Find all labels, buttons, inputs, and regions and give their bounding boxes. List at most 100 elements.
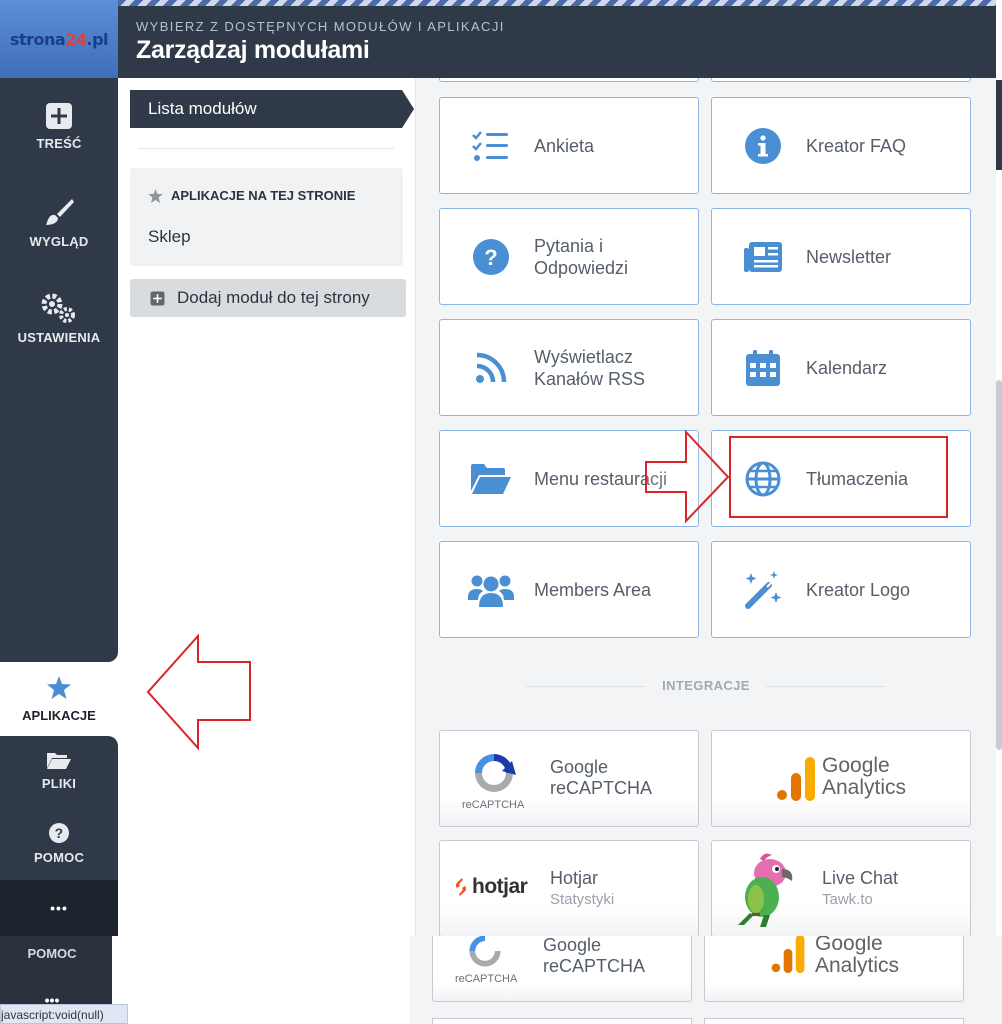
module-label: Newsletter [806,246,892,267]
app-window: strona24.pl TREŚĆ WYGLĄD USTAWIENIA APLI… [0,0,1002,1024]
sidebar-item-aplikacje[interactable]: APLIKACJE [0,662,118,736]
folder-open-icon [471,463,511,494]
folder-open-icon [47,753,71,769]
module-card-kalendarz[interactable]: Kalendarz [711,319,971,416]
users-icon [468,575,514,607]
recaptcha-icon [475,754,516,792]
svg-text:?: ? [484,245,497,270]
module-card-menu-restauracji[interactable]: Menu restauracji [439,430,699,527]
sidebar-item-label: POMOC [33,850,85,865]
scrollbar-thumb[interactable] [996,380,1002,750]
calendar-icon [746,349,780,386]
logo-suffix: .pl [86,29,109,49]
recaptcha-logo-text: reCAPTCHA [455,973,518,985]
info-circle-icon [745,127,781,164]
module-card-members-area[interactable]: Members Area [439,541,699,638]
sidebar-item-pliki[interactable]: PLIKI [0,750,118,791]
module-label: Kreator Logo [806,579,911,600]
integration-card-analytics-ghost: Google Analytics [704,936,964,1002]
sidebar-item-label: APLIKACJE [22,708,96,723]
page-subtitle: WYBIERZ Z DOSTĘPNYCH MODUŁÓW I APLIKACJI [136,19,505,34]
card-partial [432,1018,692,1024]
question-circle-icon: ? [473,238,509,275]
plus-square-icon [150,291,165,305]
logo-text: strona [9,29,66,49]
integration-title: Hotjar [550,868,599,888]
sidebar-ghost-label: POMOC [27,946,77,961]
add-module-button[interactable]: Dodaj moduł do tej strony [130,279,406,317]
sidebar-item-label: WYGLĄD [29,234,89,249]
gears-icon [41,293,75,323]
star-icon [148,188,163,203]
google-analytics-icon [777,757,815,801]
tab-lista-modulow[interactable]: Lista modułów [130,90,414,128]
sidebar-item-label: USTAWIENIA [17,330,101,345]
sidebar-item-pomoc[interactable]: ? POMOC [0,822,118,865]
module-card-rss[interactable]: Wyświetlacz Kanałów RSS [439,319,699,416]
recaptcha-icon [469,936,501,967]
module-panel: Lista modułów APLIKACJE NA TEJ STRONIE S… [118,78,416,936]
right-edge [996,0,1002,1024]
module-label: Ankieta [534,135,595,156]
divider [138,148,394,149]
sidebar-more-button[interactable]: ••• [0,880,118,936]
integration-title: Live Chat [822,868,899,888]
page-title: Zarządzaj modułami [136,36,370,64]
paint-brush-icon [46,199,74,225]
hotjar-logo-text: hotjar [472,875,528,898]
sidebar-bottom: PLIKI ? POMOC [0,736,118,880]
integration-card-google-analytics[interactable]: Google Analytics [711,730,971,827]
brand-logo[interactable]: strona24.pl [0,0,118,78]
integration-card-hotjar[interactable]: hotjar Hotjar Statystyki [439,840,699,936]
module-label: Kalendarz [806,357,888,378]
magic-wand-icon [745,570,782,609]
module-label: Menu restauracji [534,468,668,489]
add-module-label: Dodaj moduł do tej strony [177,288,370,307]
card-partial [704,1018,964,1024]
module-card-newsletter[interactable]: Newsletter [711,208,971,305]
highlight-box [729,436,948,518]
logo-accent: 24 [65,29,87,49]
rss-icon [476,352,507,383]
sidebar-main: TREŚĆ WYGLĄD USTAWIENIA [0,78,118,662]
module-card-kreator-faq[interactable]: Kreator FAQ [711,97,971,194]
sidebar-item-wyglad[interactable]: WYGLĄD [0,196,118,249]
module-card-pytania[interactable]: ? Pytania i Odpowiedzi [439,208,699,305]
integration-title: Google reCAPTCHA [543,936,646,976]
apps-heading: APLIKACJE NA TEJ STRONIE [148,188,355,203]
page-header: WYBIERZ Z DOSTĘPNYCH MODUŁÓW I APLIKACJI… [118,0,996,78]
module-label: Wyświetlacz Kanałów RSS [534,346,646,389]
background-duplicate-row: reCAPTCHA Google reCAPTCHA Google Analyt… [410,936,1002,1024]
module-label: Members Area [534,579,652,600]
integrations-heading: INTEGRACJE [416,678,996,693]
more-dots: ••• [50,900,68,916]
integration-card-live-chat[interactable]: Live Chat Tawk.to [711,840,971,936]
list-check-icon [472,130,508,161]
module-card-partial[interactable] [439,78,699,82]
edge-strip [996,80,1002,170]
app-item-sklep[interactable]: Sklep [148,227,191,247]
sidebar-item-label: PLIKI [41,776,77,791]
svg-text:?: ? [55,825,64,841]
integration-title: Google reCAPTCHA [550,757,653,798]
plus-square-icon [46,103,72,129]
integration-card-recaptcha-ghost: reCAPTCHA Google reCAPTCHA [432,936,692,1002]
apps-heading-text: APLIKACJE NA TEJ STRONIE [171,188,356,203]
module-card-ankieta[interactable]: Ankieta [439,97,699,194]
status-bar-url: javascript:void(null) [0,1004,128,1024]
sidebar-item-tresc[interactable]: TREŚĆ [0,102,118,151]
module-label: Pytania i Odpowiedzi [534,235,629,278]
module-card-kreator-logo[interactable]: Kreator Logo [711,541,971,638]
hotjar-logo: hotjar [454,875,528,899]
module-card-partial[interactable] [711,78,971,82]
google-analytics-icon [771,936,805,973]
sidebar-item-label: TREŚĆ [36,136,82,151]
integration-subtitle: Tawk.to [822,891,873,908]
integration-title: Google Analytics [822,754,907,799]
newspaper-icon [744,241,782,272]
question-circle-icon: ? [49,823,69,843]
module-label: Kreator FAQ [806,135,907,156]
integration-card-recaptcha[interactable]: reCAPTCHA Google reCAPTCHA [439,730,699,827]
recaptcha-logo-text: reCAPTCHA [462,799,525,811]
sidebar-item-ustawienia[interactable]: USTAWIENIA [0,292,118,345]
